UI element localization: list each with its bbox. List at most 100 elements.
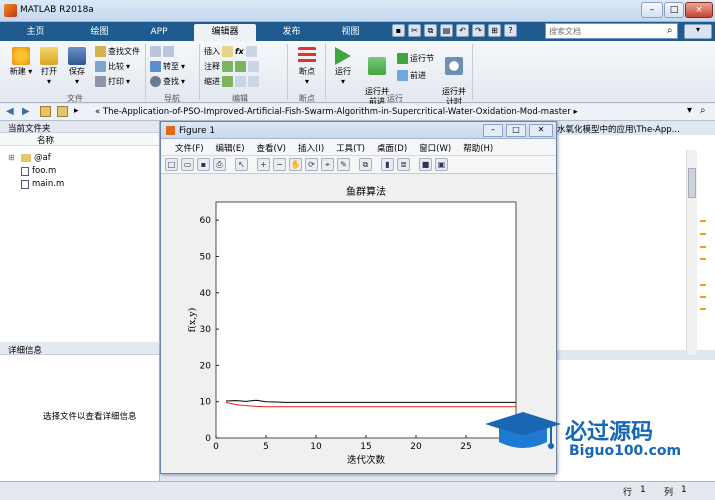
tab-plots[interactable]: 绘图 <box>72 24 127 41</box>
figure-minimize-button[interactable]: – <box>483 124 503 137</box>
figure-title-bar[interactable]: Figure 1 – □ ✕ <box>161 122 556 139</box>
comment-button[interactable]: 注释 <box>204 61 259 72</box>
list-item[interactable]: foo.m <box>21 166 56 176</box>
menu-desktop[interactable]: 桌面(D) <box>371 139 413 155</box>
pointer-icon[interactable]: ↖ <box>235 158 248 171</box>
redo-icon[interactable]: ↷ <box>472 24 485 37</box>
zoom-out-icon[interactable]: − <box>273 158 286 171</box>
run-and-time-button[interactable]: 运行并 计时 <box>440 47 468 107</box>
col-value: 1 <box>681 485 687 495</box>
new-figure-icon[interactable]: □ <box>165 158 178 171</box>
open-button[interactable]: 打开 ▾ <box>38 47 60 87</box>
menu-help[interactable]: 帮助(H) <box>457 139 499 155</box>
scrollbar-thumb[interactable] <box>688 168 696 198</box>
hide-tools-icon[interactable]: ■ <box>419 158 432 171</box>
browse-folder-icon[interactable] <box>57 106 68 117</box>
tab-view[interactable]: 视图 <box>323 24 378 41</box>
back-arrow-icon[interactable]: ◀ <box>6 106 14 117</box>
warning-marker[interactable] <box>700 246 706 248</box>
warning-marker[interactable] <box>700 308 706 310</box>
section-edit: 编辑 <box>232 94 248 103</box>
rotate-icon[interactable]: ⟳ <box>305 158 318 171</box>
dropdown-arrow-icon[interactable]: ▸ <box>74 106 79 116</box>
fx-icon[interactable]: fx <box>235 47 244 57</box>
insert-button[interactable]: 插入 fx <box>204 46 257 57</box>
paste-icon[interactable]: ▤ <box>440 24 453 37</box>
link-plot-icon[interactable]: ⧉ <box>359 158 372 171</box>
minimize-button[interactable]: – <box>641 2 663 18</box>
warning-marker[interactable] <box>700 220 706 222</box>
tab-editor[interactable]: 编辑器 <box>194 24 256 41</box>
dropdown-arrow-icon[interactable]: ▾ <box>687 105 692 116</box>
search-folder-icon[interactable]: ⌕ <box>700 105 706 116</box>
warning-marker[interactable] <box>700 284 706 286</box>
help-icon[interactable]: ? <box>504 24 517 37</box>
current-path[interactable]: « The-Application-of-PSO-Improved-Artifi… <box>95 107 578 117</box>
search-icon[interactable]: ⌕ <box>667 25 673 36</box>
nav-arrows[interactable] <box>150 46 174 57</box>
section-nav: 导航 <box>164 94 180 103</box>
figure-close-button[interactable]: ✕ <box>529 124 553 137</box>
y-tick-label: 40 <box>200 289 212 299</box>
y-tick-label: 30 <box>200 325 212 335</box>
menu-insert[interactable]: 插入(I) <box>292 139 330 155</box>
menu-edit[interactable]: 编辑(E) <box>210 139 251 155</box>
breakpoints-button[interactable]: 断点 ▾ <box>294 47 320 87</box>
list-item[interactable]: @af <box>21 153 51 163</box>
find-button[interactable]: 查找 ▾ <box>150 76 185 87</box>
warning-marker[interactable] <box>700 233 706 235</box>
data-cursor-icon[interactable]: ⌖ <box>321 158 334 171</box>
tab-publish[interactable]: 发布 <box>264 24 319 41</box>
menu-tools[interactable]: 工具(T) <box>330 139 371 155</box>
find-files-button[interactable]: 查找文件 <box>95 46 140 57</box>
legend-icon[interactable]: ≣ <box>397 158 410 171</box>
new-button[interactable]: 新建 ▾ <box>8 47 34 77</box>
up-folder-icon[interactable] <box>40 106 51 117</box>
figure-title: Figure 1 <box>179 126 216 136</box>
printer-icon <box>95 76 106 87</box>
print-button[interactable]: 打印 ▾ <box>95 76 130 87</box>
insert-label: 插入 <box>204 46 220 56</box>
run-section-button[interactable]: 运行节 <box>397 53 434 64</box>
expand-icon[interactable]: ⊞ <box>8 153 15 162</box>
run-button[interactable]: 运行 ▾ <box>330 47 356 87</box>
search-docs-input[interactable] <box>545 23 678 39</box>
tab-apps[interactable]: APP <box>133 24 185 41</box>
list-item[interactable]: main.m <box>21 179 64 189</box>
insert-icon <box>222 46 233 57</box>
indent-button[interactable]: 缩进 <box>204 76 259 87</box>
print-figure-icon[interactable]: ⎙ <box>213 158 226 171</box>
forward-arrow-icon[interactable]: ▶ <box>22 106 30 117</box>
copy-icon[interactable]: ⧉ <box>424 24 437 37</box>
menu-window[interactable]: 窗口(W) <box>413 139 457 155</box>
warning-marker[interactable] <box>700 258 706 260</box>
collapse-ribbon-icon[interactable]: ▾ <box>684 24 712 39</box>
goto-button[interactable]: 转至 ▾ <box>150 61 185 72</box>
close-button[interactable]: × <box>685 2 713 18</box>
undo-icon[interactable]: ↶ <box>456 24 469 37</box>
open-file-icon[interactable]: ▭ <box>181 158 194 171</box>
cut-icon[interactable]: ✂ <box>408 24 421 37</box>
compare-button[interactable]: 比较 ▾ <box>95 61 130 72</box>
save-icon[interactable]: ▪ <box>392 24 405 37</box>
wrap-icon <box>248 61 259 72</box>
colorbar-icon[interactable]: ▮ <box>381 158 394 171</box>
figure-maximize-button[interactable]: □ <box>506 124 526 137</box>
zoom-in-icon[interactable]: + <box>257 158 270 171</box>
warning-marker[interactable] <box>700 296 706 298</box>
save-button[interactable]: 保存 ▾ <box>66 47 88 87</box>
pan-icon[interactable]: ✋ <box>289 158 302 171</box>
maximize-button[interactable]: □ <box>664 2 684 18</box>
name-column-header[interactable]: 名称 <box>0 133 159 146</box>
switch-window-icon[interactable]: ⊞ <box>488 24 501 37</box>
tab-home[interactable]: 主页 <box>8 24 63 41</box>
menu-view[interactable]: 查看(V) <box>251 139 292 155</box>
show-tools-icon[interactable]: ▣ <box>435 158 448 171</box>
scrollbar[interactable] <box>686 150 697 355</box>
advance-button[interactable]: 前进 <box>397 70 426 81</box>
save-figure-icon[interactable]: ▪ <box>197 158 210 171</box>
find-files-icon <box>95 46 106 57</box>
brush-icon[interactable]: ✎ <box>337 158 350 171</box>
new-label: 新建 <box>9 67 26 76</box>
menu-file[interactable]: 文件(F) <box>169 139 210 155</box>
